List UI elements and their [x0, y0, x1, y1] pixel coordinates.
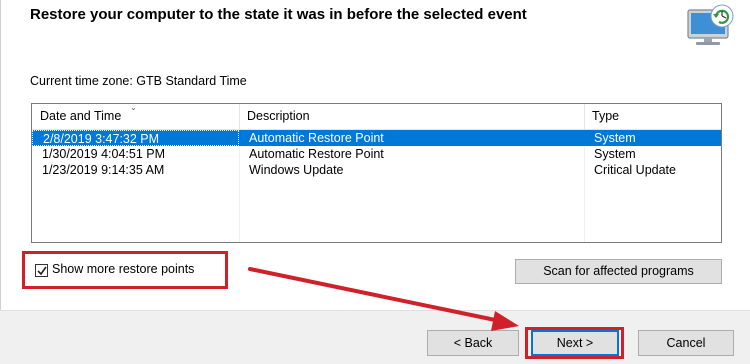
window-edge [0, 0, 1, 310]
row-type: Critical Update [594, 163, 676, 177]
show-more-label[interactable]: Show more restore points [52, 262, 194, 276]
row-description: Windows Update [249, 163, 344, 177]
row-type: System [594, 131, 636, 145]
cancel-button[interactable]: Cancel [638, 330, 734, 356]
show-more-checkbox[interactable] [35, 264, 48, 277]
row-date: 2/8/2019 3:47:32 PM [32, 130, 239, 146]
page-title: Restore your computer to the state it wa… [30, 6, 527, 23]
back-button[interactable]: < Back [427, 330, 519, 356]
column-header-description[interactable]: Description [239, 104, 584, 129]
list-header: Date and Time ⌄ Description Type [32, 104, 721, 130]
restore-point-row[interactable]: 1/30/2019 4:04:51 PM Automatic Restore P… [32, 146, 721, 162]
checkmark-icon [37, 266, 47, 276]
monitor-restore-icon [682, 2, 738, 48]
restore-point-row[interactable]: 2/8/2019 3:47:32 PM Automatic Restore Po… [32, 130, 721, 146]
row-description: Automatic Restore Point [249, 131, 384, 145]
restore-points-list[interactable]: Date and Time ⌄ Description Type 2/8/201… [31, 103, 722, 243]
restore-point-row[interactable]: 1/23/2019 9:14:35 AM Windows Update Crit… [32, 162, 721, 178]
scan-affected-programs-button[interactable]: Scan for affected programs [515, 259, 722, 284]
next-button[interactable]: Next > [531, 330, 619, 356]
wizard-content: Restore your computer to the state it wa… [0, 0, 750, 310]
timezone-label: Current time zone: GTB Standard Time [30, 74, 247, 88]
row-date: 1/30/2019 4:04:51 PM [42, 147, 166, 161]
row-date: 1/23/2019 9:14:35 AM [42, 163, 165, 177]
row-description: Automatic Restore Point [249, 147, 384, 161]
show-more-highlight: Show more restore points [22, 251, 228, 289]
column-header-type[interactable]: Type [584, 104, 721, 129]
row-type: System [594, 147, 636, 161]
sort-caret-icon: ⌄ [130, 103, 137, 112]
